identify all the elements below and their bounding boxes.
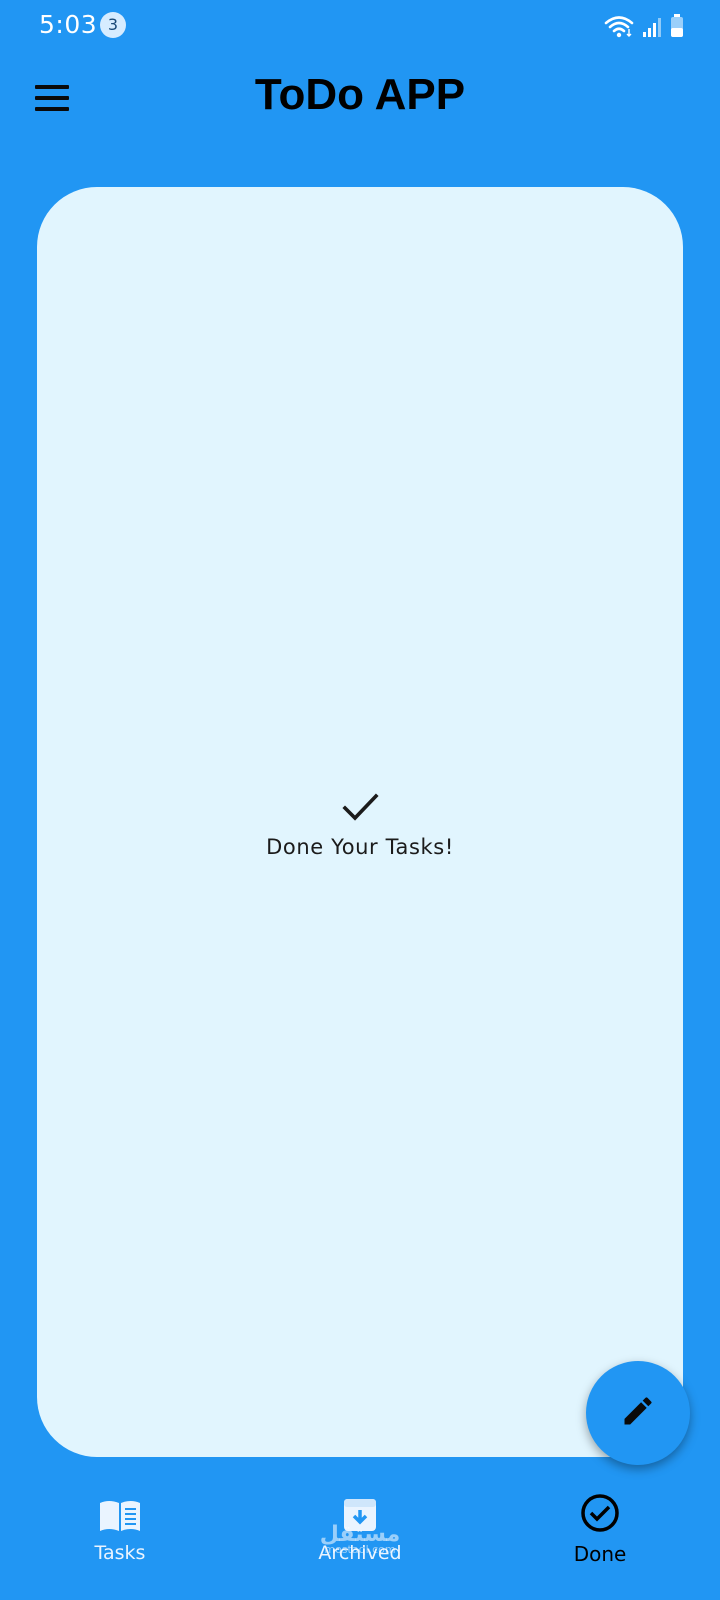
status-bar: 5:03 3 [0,0,720,52]
empty-state-text: Done Your Tasks! [266,835,454,859]
signal-icon [642,16,662,43]
page-title: ToDo APP [254,70,466,119]
nav-item-tasks[interactable]: Tasks [20,1490,220,1564]
wifi-icon [604,14,634,43]
nav-label-tasks: Tasks [94,1542,146,1564]
add-task-fab[interactable] [586,1361,690,1465]
nav-item-archived[interactable]: Archived [260,1490,460,1564]
notification-count-badge: 3 [100,12,126,38]
bottom-navigation: Tasks Archived Done [0,1490,720,1600]
battery-icon [670,14,684,43]
check-icon [340,792,380,829]
nav-label-archived: Archived [318,1542,402,1564]
app-bar: ToDo APP [0,62,720,134]
archive-icon [342,1497,378,1538]
nav-label-done: Done [573,1542,627,1566]
pencil-edit-icon [620,1393,656,1434]
nav-item-done[interactable]: Done [500,1490,700,1566]
check-circle-icon [580,1493,620,1538]
content-card: Done Your Tasks! [37,187,683,1457]
status-time: 5:03 [39,10,98,39]
empty-state: Done Your Tasks! [37,792,683,859]
book-icon [98,1499,142,1538]
status-icons [604,14,684,43]
